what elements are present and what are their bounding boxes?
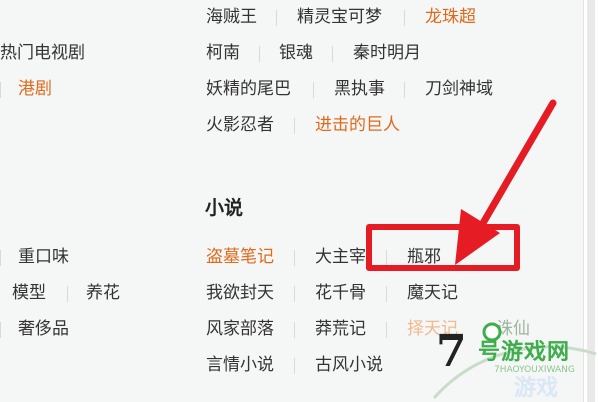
watermark-logo: 7 号游戏网 7HAOYOUXIWANG 游戏	[428, 320, 598, 402]
watermark-seven: 7	[436, 326, 467, 377]
watermark-tag: 游戏	[514, 376, 559, 401]
watermark-domain: 号游戏网	[478, 340, 571, 365]
